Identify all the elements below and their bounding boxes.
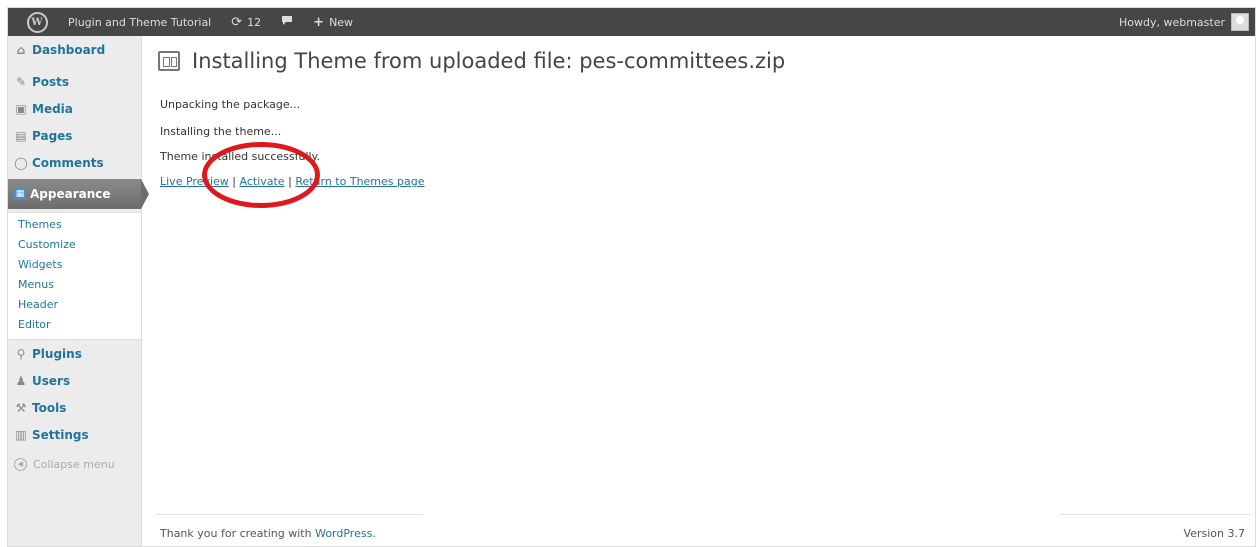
- page-header: Installing Theme from uploaded file: pes…: [158, 49, 1248, 73]
- sidebar-item-dashboard[interactable]: ⌂ Dashboard: [8, 36, 141, 63]
- sidebar-item-label: Settings: [32, 427, 89, 442]
- footer-thanks-suffix: .: [372, 527, 376, 540]
- plug-icon: ⚲: [16, 346, 26, 361]
- sidebar-item-label: Posts: [32, 74, 70, 89]
- pin-icon: ✎: [15, 74, 27, 89]
- howdy-label: Howdy, webmaster: [1118, 15, 1225, 29]
- site-name-link[interactable]: Plugin and Theme Tutorial: [66, 8, 221, 36]
- sidebar-item-label: Comments: [32, 155, 104, 170]
- action-links: Live Preview | Activate | Return to Them…: [160, 175, 425, 188]
- plus-icon: +: [313, 14, 325, 30]
- footer-thanks-text: Thank you for creating with: [160, 527, 316, 540]
- comment-icon: ◯: [14, 155, 28, 170]
- account-menu[interactable]: Howdy, webmaster: [1119, 13, 1255, 31]
- footer-divider-right: [1060, 514, 1250, 515]
- sidebar-item-label: Tools: [32, 400, 67, 415]
- sidebar-item-appearance[interactable]: ▦ Appearance: [8, 179, 149, 209]
- wordpress-logo-icon[interactable]: W: [8, 8, 66, 36]
- collapse-arrow-icon: ◀: [14, 458, 27, 471]
- tools-icon: ⚒: [15, 400, 27, 415]
- footer-thanks: Thank you for creating with WordPress.: [160, 527, 376, 540]
- return-to-themes-link[interactable]: Return to Themes page: [295, 175, 424, 188]
- submenu-themes[interactable]: Themes: [8, 215, 141, 235]
- admin-sidebar: ⌂ Dashboard ✎ Posts ▣ Media ▤ Pages ◯ Co…: [8, 36, 149, 546]
- refresh-icon: ⟳: [231, 14, 243, 30]
- comments-button[interactable]: [271, 8, 303, 36]
- admin-bar: W Plugin and Theme Tutorial ⟳ 12 + New H…: [8, 8, 1255, 36]
- appearance-submenu: Themes Customize Widgets Menus Header Ed…: [8, 212, 141, 340]
- status-message-installing: Installing the theme...: [160, 125, 282, 138]
- sidebar-item-media[interactable]: ▣ Media: [8, 95, 141, 122]
- collapse-menu-button[interactable]: ◀ Collapse menu: [8, 458, 141, 471]
- submenu-editor[interactable]: Editor: [8, 315, 141, 335]
- wordpress-link[interactable]: WordPress: [315, 527, 372, 540]
- sidebar-item-posts[interactable]: ✎ Posts: [8, 68, 141, 95]
- live-preview-link[interactable]: Live Preview: [160, 175, 229, 188]
- link-separator: |: [232, 175, 236, 188]
- comment-bubble-icon: [281, 15, 293, 29]
- footer-version: Version 3.7: [1183, 527, 1245, 540]
- users-icon: ♟: [15, 373, 27, 388]
- submenu-customize[interactable]: Customize: [8, 235, 141, 255]
- settings-icon: ▥: [15, 427, 27, 442]
- home-icon: ⌂: [16, 42, 26, 57]
- updates-button[interactable]: ⟳ 12: [221, 8, 271, 36]
- browser-frame: W Plugin and Theme Tutorial ⟳ 12 + New H…: [7, 7, 1256, 547]
- submenu-menus[interactable]: Menus: [8, 275, 141, 295]
- appearance-icon: ▦: [14, 188, 26, 200]
- sidebar-item-label: Appearance: [30, 187, 111, 201]
- sidebar-item-comments[interactable]: ◯ Comments: [8, 149, 141, 176]
- sidebar-item-label: Media: [32, 101, 73, 116]
- updates-count: 12: [247, 15, 262, 29]
- avatar: [1231, 13, 1249, 31]
- sidebar-item-label: Dashboard: [32, 42, 106, 57]
- media-icon: ▣: [15, 101, 27, 116]
- page-icon: ▤: [15, 128, 27, 143]
- status-message-unpacking: Unpacking the package...: [160, 98, 301, 111]
- status-message-success: Theme installed successfully.: [160, 150, 321, 163]
- footer-divider-left: [156, 514, 423, 515]
- sidebar-item-users[interactable]: ♟ Users: [8, 367, 141, 394]
- main-content: Installing Theme from uploaded file: pes…: [158, 36, 1248, 188]
- sidebar-item-label: Plugins: [32, 346, 82, 361]
- sidebar-item-label: Users: [32, 373, 71, 388]
- submenu-widgets[interactable]: Widgets: [8, 255, 141, 275]
- link-separator: |: [288, 175, 292, 188]
- new-label: New: [329, 15, 354, 29]
- new-content-button[interactable]: + New: [303, 8, 363, 36]
- sidebar-item-pages[interactable]: ▤ Pages: [8, 122, 141, 149]
- page-title: Installing Theme from uploaded file: pes…: [192, 49, 786, 73]
- sidebar-item-plugins[interactable]: ⚲ Plugins: [8, 340, 141, 367]
- sidebar-item-settings[interactable]: ▥ Settings: [8, 421, 141, 448]
- activate-link[interactable]: Activate: [240, 175, 285, 188]
- sidebar-item-label: Pages: [32, 128, 73, 143]
- sidebar-item-tools[interactable]: ⚒ Tools: [8, 394, 141, 421]
- appearance-icon: [158, 51, 180, 71]
- submenu-header[interactable]: Header: [8, 295, 141, 315]
- collapse-label: Collapse menu: [33, 458, 115, 471]
